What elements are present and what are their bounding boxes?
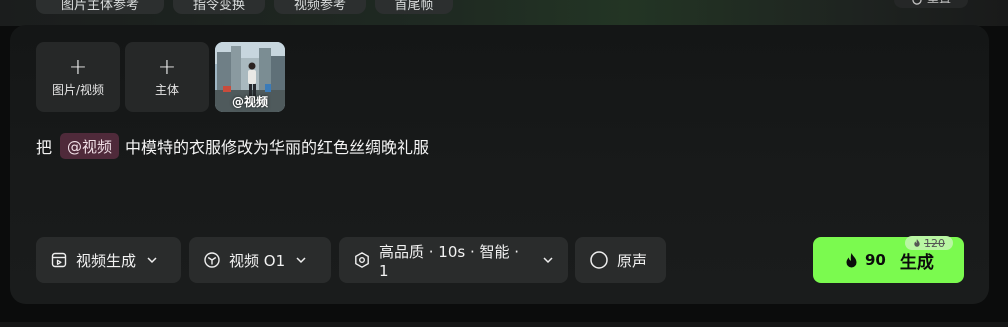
template-chip-first-last-frame[interactable]: 首尾帧 bbox=[375, 0, 453, 14]
original-price: 120 bbox=[924, 236, 945, 250]
original-audio-toggle[interactable]: 原声 bbox=[575, 237, 666, 283]
bottom-divider bbox=[0, 322, 1008, 327]
original-price-badge: 120 bbox=[905, 236, 953, 250]
top-toolbar-strip: 图片主体参考 指令变换 视频参考 首尾帧 重置 bbox=[0, 0, 1008, 26]
add-subject-button[interactable]: + 主体 bbox=[125, 42, 209, 112]
settings-hexagon-icon bbox=[355, 252, 369, 268]
cube-icon bbox=[204, 252, 220, 268]
mode-label: 视频生成 bbox=[76, 251, 137, 270]
mode-select[interactable]: 视频生成 bbox=[36, 237, 181, 283]
prompt-input[interactable]: 把 @视频 中模特的衣服修改为华丽的红色丝绸晚礼服 bbox=[36, 133, 429, 159]
chevron-down-icon bbox=[147, 257, 157, 264]
reset-label: 重置 bbox=[927, 0, 951, 6]
video-thumb-label: @视频 bbox=[231, 95, 268, 109]
audio-label: 原声 bbox=[617, 251, 648, 270]
chevron-down-icon bbox=[296, 257, 306, 264]
radio-circle-icon bbox=[590, 251, 608, 269]
settings-label: 高品质 · 10s · 智能 · 1 bbox=[379, 242, 520, 280]
video-mention-tag[interactable]: @视频 bbox=[60, 133, 120, 159]
template-chip-instruction[interactable]: 指令变换 bbox=[173, 0, 265, 14]
settings-select[interactable]: 高品质 · 10s · 智能 · 1 bbox=[339, 237, 568, 283]
add-subject-label: 主体 bbox=[154, 82, 179, 97]
flame-icon bbox=[914, 239, 920, 247]
template-chip-image-subject[interactable]: 图片主体参考 bbox=[36, 0, 164, 14]
plus-icon: + bbox=[157, 54, 177, 80]
chip-label: 首尾帧 bbox=[394, 0, 434, 13]
video-generate-icon bbox=[51, 252, 67, 268]
generate-cost: 90 bbox=[865, 251, 886, 269]
refresh-icon bbox=[912, 0, 922, 5]
chip-label: 图片主体参考 bbox=[60, 0, 139, 13]
model-label: 视频 O1 bbox=[229, 251, 286, 270]
generate-label: 生成 bbox=[899, 252, 934, 273]
chevron-down-icon bbox=[543, 257, 553, 264]
prompt-prefix: 把 bbox=[36, 138, 53, 157]
add-media-label: 图片/视频 bbox=[51, 82, 105, 97]
template-chip-video-reference[interactable]: 视频参考 bbox=[274, 0, 366, 14]
chip-label: 视频参考 bbox=[293, 0, 346, 13]
flame-icon bbox=[846, 252, 857, 267]
prompt-text: 中模特的衣服修改为华丽的红色丝绸晚礼服 bbox=[125, 138, 430, 157]
reset-button[interactable]: 重置 bbox=[894, 0, 968, 8]
chip-label: 指令变换 bbox=[192, 0, 245, 13]
model-select[interactable]: 视频 O1 bbox=[189, 237, 331, 283]
plus-icon: + bbox=[68, 54, 88, 80]
video-thumbnail[interactable]: @视频 bbox=[215, 42, 285, 112]
add-media-button[interactable]: + 图片/视频 bbox=[36, 42, 120, 112]
